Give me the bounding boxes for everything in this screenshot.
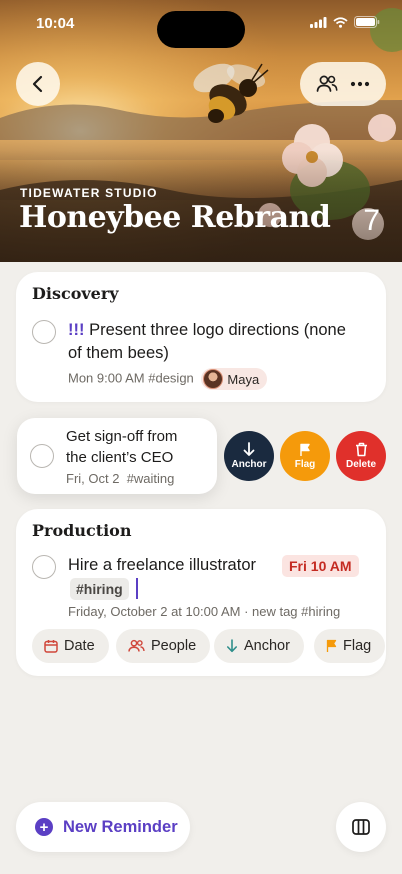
project-header: 10:04 TIDEWATER STUDIO Honeybee Rebrand … xyxy=(0,0,402,262)
trash-icon xyxy=(355,442,367,457)
priority-marker: !!! xyxy=(68,321,85,339)
people-icon xyxy=(128,639,145,652)
flag-icon xyxy=(326,639,337,652)
more-icon[interactable] xyxy=(350,81,370,87)
board-view-button[interactable] xyxy=(336,802,386,852)
task-checkbox[interactable] xyxy=(32,555,56,579)
parsed-time-tag[interactable]: Fri 10 AM xyxy=(282,555,359,577)
reminder-count: 7 xyxy=(363,204,380,237)
quick-actions-bar: Date People Anchor Flag xyxy=(16,620,386,676)
parsed-hashtag[interactable]: #hiring xyxy=(70,578,129,600)
task-title[interactable]: !!! Present three logo directions (none … xyxy=(68,319,378,365)
section-title: Production xyxy=(32,521,132,540)
columns-icon xyxy=(352,819,370,835)
section-title: Discovery xyxy=(32,284,119,303)
status-bar: 10:04 xyxy=(0,0,402,48)
task-meta: Mon 9:00 AM #design Maya xyxy=(68,368,268,390)
delete-action-button[interactable]: Delete xyxy=(336,431,386,481)
header-actions xyxy=(300,62,386,106)
battery-icon xyxy=(354,16,380,28)
task-due: Mon 9:00 AM xyxy=(68,370,145,386)
date-chip[interactable]: Date xyxy=(32,629,109,663)
anchor-action-button[interactable]: Anchor xyxy=(224,431,274,481)
flag-chip[interactable]: Flag xyxy=(314,629,386,663)
back-button[interactable] xyxy=(16,62,60,106)
people-icon[interactable] xyxy=(316,74,338,94)
smart-parse-hint: Friday, October 2 at 10:00 AM · new tag … xyxy=(68,604,341,619)
task-tag[interactable]: #waiting xyxy=(127,471,175,486)
flag-icon xyxy=(300,443,310,456)
assignee-name: Maya xyxy=(227,371,260,387)
project-title: Honeybee Rebrand xyxy=(19,200,331,235)
text-cursor xyxy=(136,578,138,599)
task-title-editing[interactable]: Hire a freelance illustrator xyxy=(68,554,256,577)
status-time: 10:04 xyxy=(36,15,75,32)
wifi-icon xyxy=(333,16,348,28)
task-meta: Fri, Oct 2 #waiting xyxy=(66,471,174,486)
task-title[interactable]: Get sign-off from the client’s CEO xyxy=(66,426,177,468)
people-chip[interactable]: People xyxy=(116,629,211,663)
cellular-signal-icon xyxy=(310,16,327,28)
studio-label: TIDEWATER STUDIO xyxy=(20,186,158,200)
anchor-icon xyxy=(227,639,237,653)
calendar-icon xyxy=(44,640,58,653)
flag-action-button[interactable]: Flag xyxy=(280,431,330,481)
anchor-icon xyxy=(243,442,255,456)
task-checkbox[interactable] xyxy=(30,444,54,468)
assignee-chip[interactable]: Maya xyxy=(201,368,268,390)
dynamic-island xyxy=(157,11,245,48)
plus-icon: + xyxy=(35,818,53,836)
avatar xyxy=(203,369,224,389)
task-checkbox[interactable] xyxy=(32,320,56,344)
chevron-left-icon xyxy=(32,75,43,93)
task-tag[interactable]: #design xyxy=(148,370,194,385)
task-due: Fri, Oct 2 xyxy=(66,471,120,486)
swiped-task-row[interactable]: Get sign-off from the client’s CEO Fri, … xyxy=(17,418,217,494)
anchor-chip[interactable]: Anchor xyxy=(214,629,304,663)
section-discovery: Discovery !!! Present three logo directi… xyxy=(16,272,386,402)
new-reminder-button[interactable]: + New Reminder xyxy=(16,802,190,852)
